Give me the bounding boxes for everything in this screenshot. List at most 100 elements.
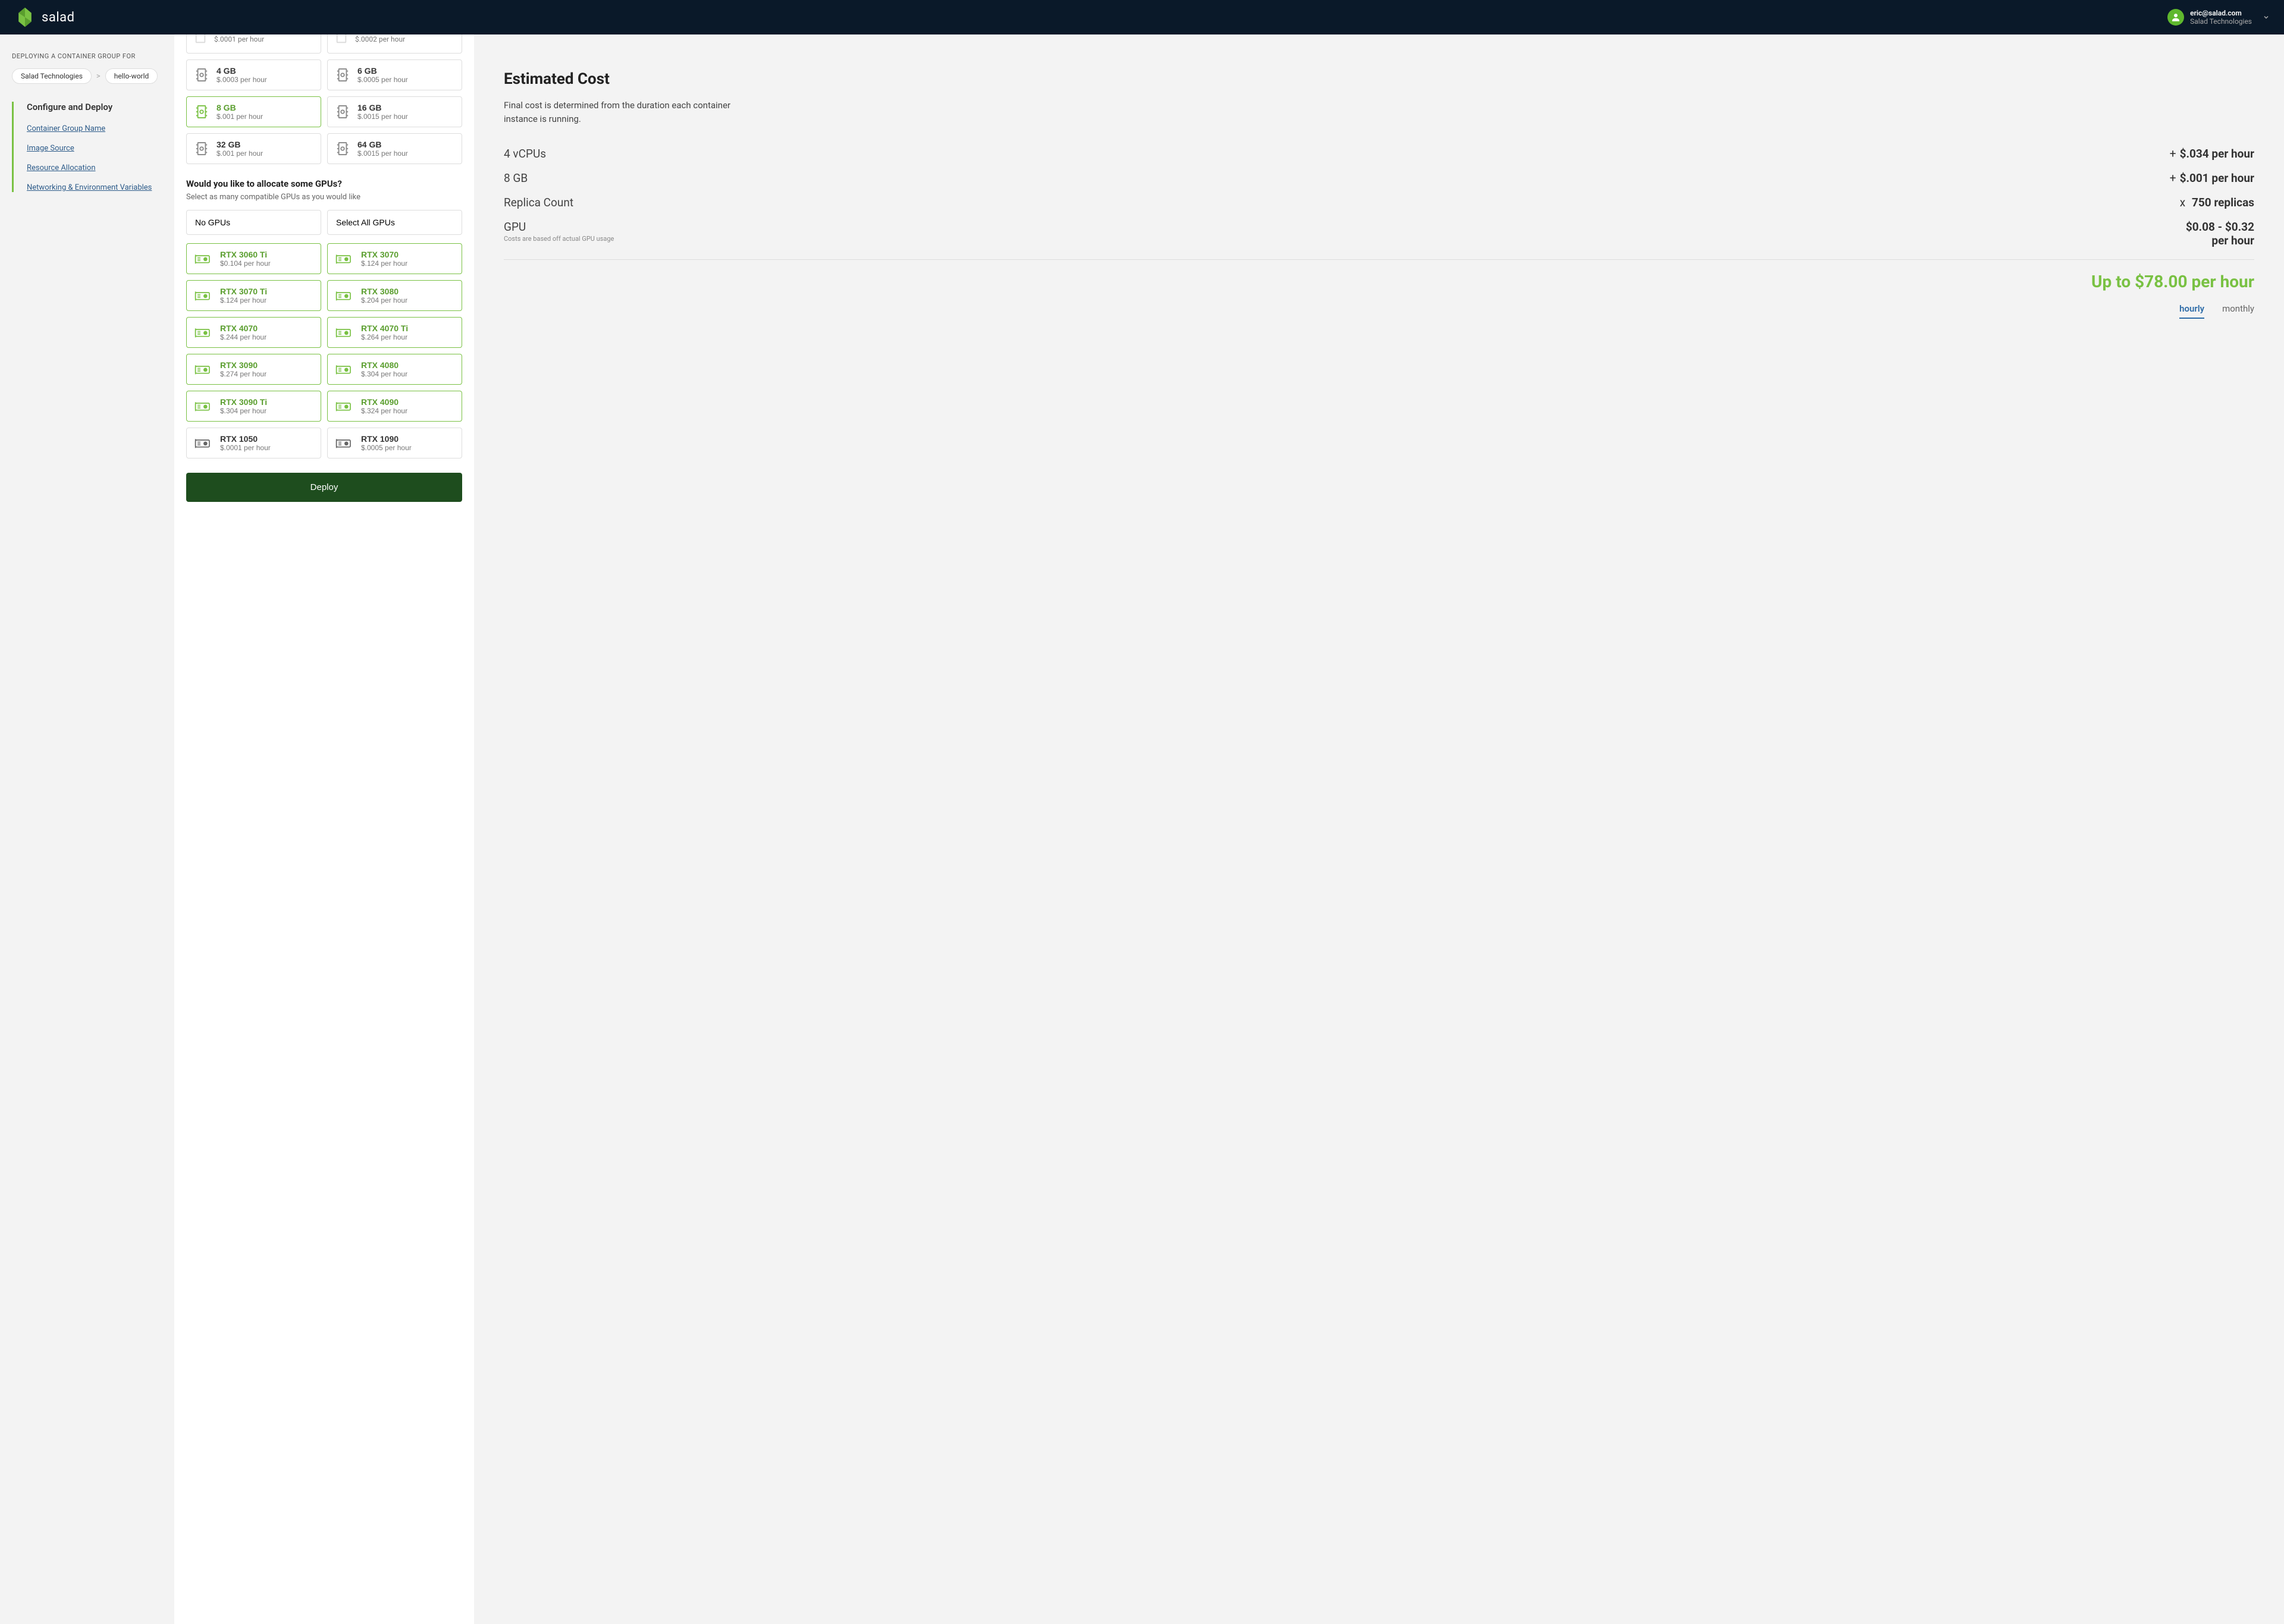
ram-price: $.0003 per hour	[217, 76, 267, 84]
crumb-separator: >	[96, 72, 101, 81]
crumb-org[interactable]: Salad Technologies	[12, 68, 92, 84]
cost-note: Costs are based off actual GPU usage	[504, 235, 614, 243]
ram-option-partial[interactable]: .$.0001 per hour	[186, 34, 321, 54]
user-email: eric@salad.com	[2190, 9, 2252, 17]
cost-row-vcpu: 4 vCPUs +$.034 per hour	[504, 147, 2254, 161]
gpu-title: RTX 3060 Ti	[220, 250, 271, 259]
memory-icon	[194, 104, 209, 120]
gpu-icon	[335, 326, 354, 338]
gpu-price: $.0001 per hour	[220, 444, 271, 452]
avatar	[2167, 9, 2184, 26]
breadcrumb: Salad Technologies > hello-world	[12, 68, 162, 84]
nav-image-source[interactable]: Image Source	[27, 144, 162, 153]
gpu-icon	[335, 363, 354, 375]
cost-row-replicas: Replica Count x 750 replicas	[504, 196, 2254, 209]
gpu-icon	[335, 400, 354, 412]
ram-option[interactable]: 16 GB$.0015 per hour	[327, 96, 462, 127]
gpu-price: $.124 per hour	[361, 259, 407, 268]
app-header: salad eric@salad.com Salad Technologies	[0, 0, 2284, 34]
gpu-icon	[335, 253, 354, 265]
cost-value: +$.034 per hour	[2170, 147, 2254, 161]
gpu-toggle-row: No GPUs Select All GPUs	[186, 210, 462, 235]
cost-row-ram: 8 GB +$.001 per hour	[504, 171, 2254, 185]
memory-icon	[335, 67, 350, 83]
gpu-price: $.244 per hour	[220, 333, 266, 341]
nav-container-name[interactable]: Container Group Name	[27, 124, 162, 133]
gpu-icon	[194, 326, 213, 338]
ram-title: 4 GB	[217, 66, 267, 76]
gpu-icon	[194, 437, 213, 449]
ram-title: 6 GB	[357, 66, 408, 76]
deploy-button[interactable]: Deploy	[186, 473, 462, 502]
gpu-option[interactable]: RTX 3070$.124 per hour	[327, 243, 462, 274]
tab-hourly[interactable]: hourly	[2179, 303, 2204, 319]
nav-networking[interactable]: Networking & Environment Variables	[27, 183, 162, 192]
sidebar: DEPLOYING A CONTAINER GROUP FOR Salad Te…	[0, 34, 174, 1624]
crumb-project[interactable]: hello-world	[105, 68, 158, 84]
cost-row-gpu: GPU Costs are based off actual GPU usage…	[504, 220, 2254, 247]
memory-icon	[194, 67, 209, 83]
gpu-price: $.124 per hour	[220, 296, 267, 304]
gpu-option[interactable]: RTX 3090 Ti$.304 per hour	[186, 391, 321, 422]
user-icon	[2170, 12, 2181, 23]
gpu-icon	[194, 400, 213, 412]
gpu-option[interactable]: RTX 3080$.204 per hour	[327, 280, 462, 311]
ram-title: 32 GB	[217, 140, 263, 149]
chevron-down-icon	[2263, 12, 2270, 23]
gpu-price: $.274 per hour	[220, 370, 266, 378]
gpu-title: RTX 3090	[220, 360, 266, 370]
ram-option-partial[interactable]: .$.0002 per hour	[327, 34, 462, 54]
ram-option[interactable]: 32 GB$.001 per hour	[186, 133, 321, 164]
gpu-option[interactable]: RTX 3070 Ti$.124 per hour	[186, 280, 321, 311]
ram-price: $.0015 per hour	[357, 112, 408, 121]
gpu-title: RTX 4080	[361, 360, 407, 370]
gpu-price: $.0005 per hour	[361, 444, 412, 452]
deploy-bar: Deploy	[186, 473, 462, 502]
gpu-price: $.204 per hour	[361, 296, 407, 304]
cost-value: x 750 replicas	[2180, 196, 2254, 209]
tab-monthly[interactable]: monthly	[2222, 303, 2254, 319]
gpu-option[interactable]: RTX 4070 Ti$.264 per hour	[327, 317, 462, 348]
gpu-option[interactable]: RTX 1090$.0005 per hour	[327, 428, 462, 458]
main-panel: .$.0001 per hour .$.0002 per hour 4 GB$.…	[174, 34, 474, 1624]
gpu-section-title: Would you like to allocate some GPUs?	[186, 178, 462, 189]
cost-divider	[504, 259, 2254, 260]
gpu-title: RTX 3070	[361, 250, 407, 259]
no-gpus-button[interactable]: No GPUs	[186, 210, 321, 235]
gpu-option[interactable]: RTX 3090$.274 per hour	[186, 354, 321, 385]
breadcrumb-label: DEPLOYING A CONTAINER GROUP FOR	[12, 52, 162, 60]
logo[interactable]: salad	[14, 7, 75, 28]
ram-options: 4 GB$.0003 per hour6 GB$.0005 per hour8 …	[186, 59, 462, 164]
gpu-title: RTX 3080	[361, 287, 407, 296]
cost-tabs: hourly monthly	[504, 303, 2254, 319]
cost-title: Estimated Cost	[504, 70, 2254, 88]
ram-title: 8 GB	[217, 103, 263, 112]
gpu-title: RTX 1090	[361, 434, 412, 444]
user-menu[interactable]: eric@salad.com Salad Technologies	[2167, 9, 2270, 26]
ram-price: $.0015 per hour	[357, 149, 408, 158]
gpu-price: $.264 per hour	[361, 333, 408, 341]
gpu-title: RTX 4070	[220, 323, 266, 333]
gpu-options: RTX 3060 Ti$0.104 per hourRTX 3070$.124 …	[186, 243, 462, 458]
ram-option[interactable]: 8 GB$.001 per hour	[186, 96, 321, 127]
gpu-title: RTX 4070 Ti	[361, 323, 408, 333]
ram-option[interactable]: 6 GB$.0005 per hour	[327, 59, 462, 90]
side-nav: Configure and Deploy Container Group Nam…	[12, 102, 162, 192]
gpu-section-sub: Select as many compatible GPUs as you wo…	[186, 193, 462, 202]
brand-name: salad	[42, 10, 75, 25]
ram-option[interactable]: 64 GB$.0015 per hour	[327, 133, 462, 164]
gpu-icon	[194, 253, 213, 265]
user-info: eric@salad.com Salad Technologies	[2190, 9, 2252, 26]
gpu-option[interactable]: RTX 3060 Ti$0.104 per hour	[186, 243, 321, 274]
ram-option[interactable]: 4 GB$.0003 per hour	[186, 59, 321, 90]
gpu-price: $.304 per hour	[361, 370, 407, 378]
gpu-option[interactable]: RTX 4080$.304 per hour	[327, 354, 462, 385]
nav-resource-allocation[interactable]: Resource Allocation	[27, 164, 162, 172]
gpu-option[interactable]: RTX 4070$.244 per hour	[186, 317, 321, 348]
cost-value: $0.08 - $0.32 per hour	[2171, 220, 2254, 247]
gpu-option[interactable]: RTX 1050$.0001 per hour	[186, 428, 321, 458]
cost-label: GPU	[504, 220, 614, 234]
gpu-title: RTX 3090 Ti	[220, 397, 267, 407]
select-all-gpus-button[interactable]: Select All GPUs	[327, 210, 462, 235]
gpu-option[interactable]: RTX 4090$.324 per hour	[327, 391, 462, 422]
